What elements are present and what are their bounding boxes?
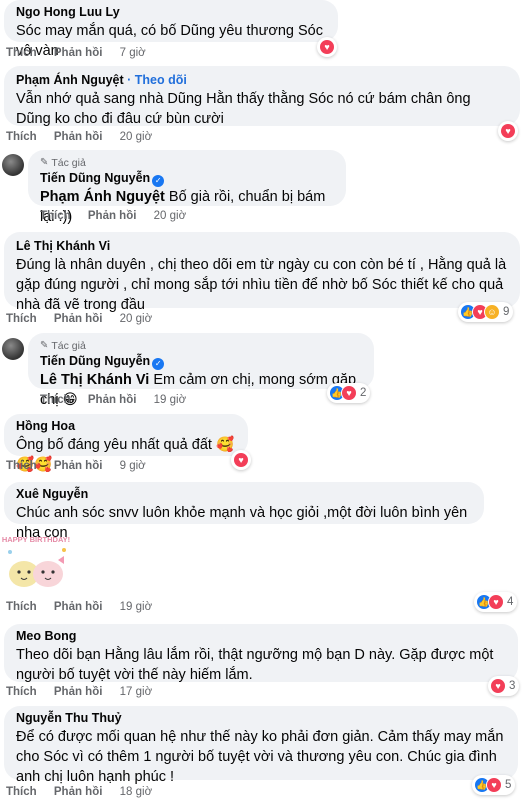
comment-author: Phạm Ánh Nguyệt · Theo dõi xyxy=(16,73,187,87)
comment-time[interactable]: 20 giờ xyxy=(154,210,186,222)
comment-author-name[interactable]: Tiến Dũng Nguyễn xyxy=(40,171,150,185)
comment-time[interactable]: 19 giờ xyxy=(120,601,152,613)
comment-bubble: Ngo Hong Luu Ly Sóc may mắn quá, có bố D… xyxy=(4,0,338,59)
comment-text: Để có được mối quan hệ như thế này ko ph… xyxy=(16,729,504,785)
follow-button[interactable]: Theo dõi xyxy=(135,73,187,87)
reaction-count: 4 xyxy=(507,596,514,608)
comment-actions: Thích Phản hồi 19 giờ xyxy=(6,601,166,613)
like-button[interactable]: Thích xyxy=(6,460,37,472)
comment-time[interactable]: 9 giờ xyxy=(120,460,146,472)
reaction-summary[interactable]: 👍 ♥ 2 xyxy=(327,383,371,403)
avatar[interactable] xyxy=(2,154,24,176)
love-reaction-icon: ♥ xyxy=(319,39,335,55)
author-tag: ✎ Tác giả xyxy=(40,340,86,352)
reaction-summary[interactable]: ♥ xyxy=(498,121,518,141)
love-reaction-icon: ♥ xyxy=(490,678,506,694)
avatar[interactable] xyxy=(2,338,24,360)
comment-author-name[interactable]: Phạm Ánh Nguyệt xyxy=(16,73,124,87)
comment-actions: Thích Phản hồi 18 giờ xyxy=(6,786,166,798)
comment-bubble: Meo Bong Theo dõi bạn Hằng lâu lắm rồi, … xyxy=(4,624,518,683)
reaction-count: 3 xyxy=(509,680,516,692)
reply-button[interactable]: Phản hồi xyxy=(54,786,103,798)
like-button[interactable]: Thích xyxy=(6,601,37,613)
reaction-count: 5 xyxy=(505,779,512,791)
like-button[interactable]: Thích xyxy=(6,131,37,143)
reply-button[interactable]: Phản hồi xyxy=(54,460,103,472)
love-reaction-icon: ♥ xyxy=(488,594,504,610)
reaction-summary[interactable]: 👍 ♥ 4 xyxy=(474,592,518,612)
comment-time[interactable]: 19 giờ xyxy=(154,394,186,406)
reaction-summary[interactable]: ♥ 3 xyxy=(488,676,520,696)
love-reaction-icon: ♥ xyxy=(233,452,249,468)
reply-button[interactable]: Phản hồi xyxy=(88,210,137,222)
love-reaction-icon: ♥ xyxy=(500,123,516,139)
comment-bubble: Hồng Hoa Ông bố đáng yêu nhất quả đất 🥰🥰… xyxy=(4,414,248,473)
reply-button[interactable]: Phản hồi xyxy=(54,686,103,698)
comment-actions: Thích Phản hồi 7 giờ xyxy=(6,47,160,59)
comment-bubble: Xuê Nguyễn Chúc anh sóc snvv luôn khỏe m… xyxy=(4,482,484,541)
reply-button[interactable]: Phản hồi xyxy=(54,47,103,59)
comment-actions: Thích Phản hồi 20 giờ xyxy=(6,313,166,325)
verified-badge-icon: ✓ xyxy=(152,358,165,370)
pen-icon: ✎ xyxy=(40,157,49,168)
comment-author[interactable]: Xuê Nguyễn xyxy=(16,486,472,503)
comment-text: Theo dõi bạn Hằng lâu lắm rồi, thật ngưỡ… xyxy=(16,647,494,683)
comment-text: Vẫn nhớ quả sang nhà Dũng Hằn thấy thằng… xyxy=(16,91,471,127)
comment-bubble: Lê Thị Khánh Vi Đúng là nhân duyên , chị… xyxy=(4,232,520,313)
mention-link[interactable]: Phạm Ánh Nguyệt xyxy=(40,189,165,205)
comment-author[interactable]: Meo Bong xyxy=(16,628,506,645)
comment-author[interactable]: Ngo Hong Luu Ly xyxy=(16,4,326,21)
like-button[interactable]: Thích xyxy=(6,686,37,698)
comment-author: Tiến Dũng Nguyễn ✓ xyxy=(40,170,334,187)
like-button[interactable]: Thích xyxy=(6,313,37,325)
comment-text: Chúc anh sóc snvv luôn khỏe mạnh và học … xyxy=(16,505,468,541)
comment-text: Đúng là nhân duyên , chị theo dõi em từ … xyxy=(16,257,507,313)
reaction-summary[interactable]: ♥ xyxy=(317,37,337,57)
sticker-text: HAPPY BIRTHDAY! xyxy=(2,535,70,544)
comment-author-name[interactable]: Tiến Dũng Nguyễn xyxy=(40,354,150,368)
verified-badge-icon: ✓ xyxy=(152,175,165,187)
comment-actions: Thích Phản hồi 19 giờ xyxy=(40,394,200,406)
like-button[interactable]: Thích xyxy=(40,210,71,222)
reaction-count: 2 xyxy=(360,387,367,399)
reaction-count: 9 xyxy=(503,306,510,318)
comment-bubble: ✎ Tác giả Tiến Dũng Nguyễn ✓ Phạm Ánh Nguy… xyxy=(28,150,346,225)
comment-actions: Thích Phản hồi 20 giờ xyxy=(40,210,200,222)
reply-button[interactable]: Phản hồi xyxy=(54,313,103,325)
reaction-summary[interactable]: 👍 ♥ ☺ 9 xyxy=(458,302,514,322)
mention-link[interactable]: Lê Thị Khánh Vi xyxy=(40,372,149,388)
reaction-summary[interactable]: ♥ xyxy=(231,450,251,470)
comment-author[interactable]: Lê Thị Khánh Vi xyxy=(16,238,508,255)
love-reaction-icon: ♥ xyxy=(486,777,502,793)
comment-author[interactable]: Nguyễn Thu Thuỷ xyxy=(16,710,506,727)
reply-button[interactable]: Phản hồi xyxy=(88,394,137,406)
birthday-sticker[interactable]: HAPPY BIRTHDAY! xyxy=(2,530,70,592)
comment-bubble: ✎ Tác giả Tiến Dũng Nguyễn ✓ Lê Thị Khánh … xyxy=(28,333,374,408)
comment-actions: Thích Phản hồi 20 giờ xyxy=(6,131,166,143)
comment-bubble: Nguyễn Thu Thuỷ Để có được mối quan hệ n… xyxy=(4,706,518,785)
comment-time[interactable]: 20 giờ xyxy=(120,313,152,325)
like-button[interactable]: Thích xyxy=(6,786,37,798)
comment-bubble: Phạm Ánh Nguyệt · Theo dõi Vẫn nhớ quả s… xyxy=(4,66,520,127)
author-tag: ✎ Tác giả xyxy=(40,157,86,169)
comment-time[interactable]: 20 giờ xyxy=(120,131,152,143)
comment-time[interactable]: 17 giờ xyxy=(120,686,152,698)
reply-button[interactable]: Phản hồi xyxy=(54,601,103,613)
comment-time[interactable]: 18 giờ xyxy=(120,786,152,798)
like-button[interactable]: Thích xyxy=(40,394,71,406)
like-button[interactable]: Thích xyxy=(6,47,37,59)
comment-actions: Thích Phản hồi 17 giờ xyxy=(6,686,166,698)
comment-actions: Thích Phản hồi 9 giờ xyxy=(6,460,160,472)
comment-author: Tiến Dũng Nguyễn ✓ xyxy=(40,353,362,370)
comment-time[interactable]: 7 giờ xyxy=(120,47,146,59)
reply-button[interactable]: Phản hồi xyxy=(54,131,103,143)
comment-author[interactable]: Hồng Hoa xyxy=(16,418,236,435)
reaction-summary[interactable]: 👍 ♥ 5 xyxy=(472,775,516,795)
love-reaction-icon: ♥ xyxy=(341,385,357,401)
care-reaction-icon: ☺ xyxy=(484,304,500,320)
pen-icon: ✎ xyxy=(40,340,49,351)
